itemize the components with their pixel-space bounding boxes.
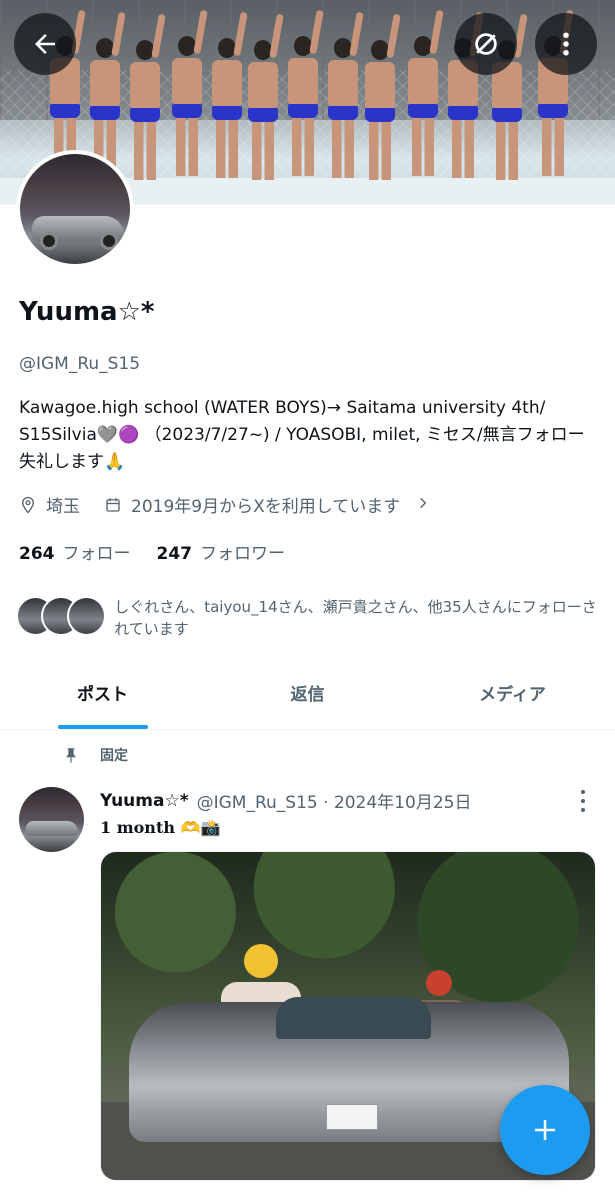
- followed-by-text: しぐれさん、taiyou_14さん、瀬戸貴之さん、他35人さんにフォローされてい…: [114, 598, 597, 638]
- post-author-name[interactable]: Yuuma☆*: [100, 791, 189, 811]
- followers-label: フォロワー: [200, 544, 285, 564]
- banner-swimmer-figure: [248, 13, 284, 180]
- profile-meta: 埼玉 2019年9月からXを利用しています: [19, 492, 430, 517]
- following-label: フォロー: [62, 544, 131, 564]
- media-car-plate: [326, 1104, 378, 1130]
- profile-bio: Kawagoe.high school (WATER BOYS)→ Saitam…: [19, 398, 585, 472]
- media-car-windshield: [276, 997, 431, 1039]
- post-text: 1 month 🫶📸: [100, 818, 221, 837]
- arrow-left-icon: [35, 34, 55, 54]
- chevron-right-icon[interactable]: [416, 495, 430, 515]
- profile-handle: @IGM_Ru_S15: [19, 354, 141, 374]
- banner-swimmer-figure: [288, 9, 324, 176]
- banner-swimmer-figure: [408, 9, 444, 176]
- profile-avatar[interactable]: [16, 150, 134, 268]
- pin-icon: [66, 748, 76, 763]
- banner-swimmer-figure: [130, 13, 166, 180]
- avatar-car: [26, 821, 78, 836]
- profile-tabs: ポスト 返信 メディア: [0, 656, 615, 730]
- pinned-indicator: 固定: [62, 745, 128, 765]
- pinned-label: 固定: [100, 748, 128, 764]
- follower-avatar: [66, 596, 107, 636]
- back-button[interactable]: [14, 13, 76, 75]
- tab-label: 返信: [290, 685, 325, 705]
- more-vertical-icon: [563, 32, 569, 56]
- following-count: 264: [19, 544, 55, 564]
- banner-swimmer-figure: [212, 11, 248, 178]
- avatar-wheel: [100, 232, 118, 250]
- tab-label: メディア: [479, 685, 546, 705]
- profile-name: Yuuma☆*: [19, 297, 155, 327]
- tab-replies[interactable]: 返信: [205, 656, 410, 729]
- compose-button[interactable]: [500, 1085, 590, 1175]
- translate-button[interactable]: [455, 13, 517, 75]
- banner-swimmer-figure: [365, 13, 401, 180]
- plus-icon: [535, 1120, 555, 1140]
- more-button[interactable]: [535, 13, 597, 75]
- avatar-wheel: [40, 232, 58, 250]
- banner-swimmer-figure: [172, 9, 208, 176]
- profile-joined: 2019年9月からXを利用しています: [131, 497, 401, 517]
- no-translate-icon: [475, 33, 497, 55]
- calendar-icon: [106, 497, 120, 512]
- tab-indicator: [57, 725, 148, 729]
- post-header: Yuuma☆* @IGM_Ru_S15 · 2024年10月25日: [100, 788, 472, 814]
- following-link[interactable]: 264 フォロー: [19, 539, 131, 564]
- tab-media[interactable]: メディア: [410, 656, 615, 729]
- followers-count: 247: [156, 544, 193, 564]
- post-avatar[interactable]: [19, 787, 84, 852]
- banner-swimmer-figure: [328, 11, 364, 178]
- location-pin-icon: [22, 496, 34, 514]
- profile-location: 埼玉: [46, 497, 80, 517]
- post-author-handle-date: @IGM_Ru_S15 · 2024年10月25日: [196, 793, 472, 813]
- tab-posts[interactable]: ポスト: [0, 656, 205, 729]
- tab-label: ポスト: [77, 685, 128, 705]
- follow-stats: 264 フォロー 247 フォロワー: [19, 539, 285, 564]
- followed-by[interactable]: しぐれさん、taiyou_14さん、瀬戸貴之さん、他35人さんにフォローされてい…: [16, 596, 606, 640]
- followers-link[interactable]: 247 フォロワー: [157, 539, 286, 564]
- post-more-icon[interactable]: [574, 790, 592, 812]
